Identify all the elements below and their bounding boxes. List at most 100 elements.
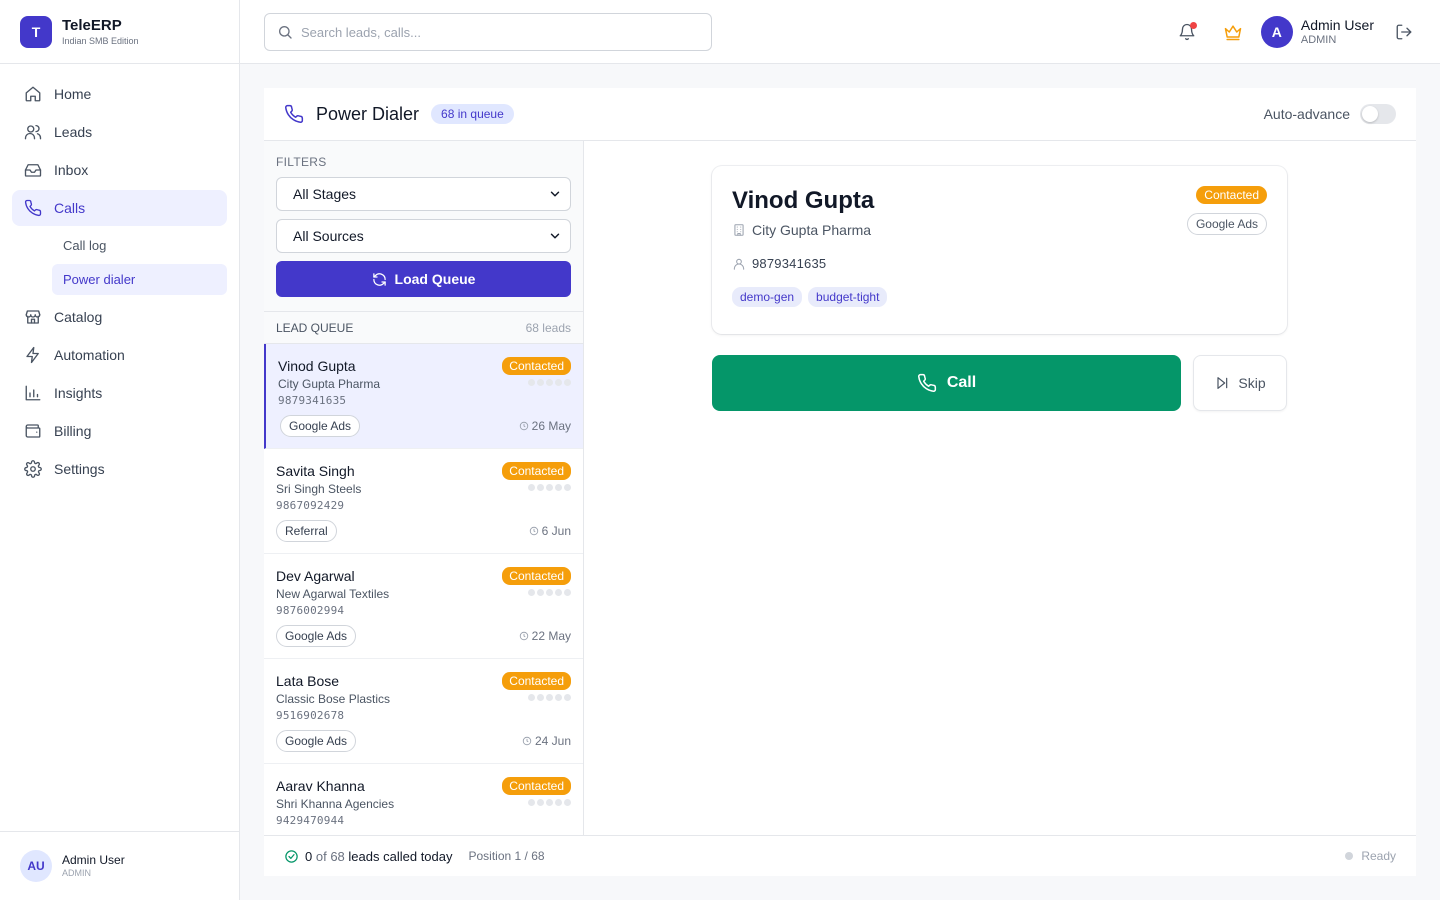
page-title: Power Dialer [316,103,420,124]
sidebar-user[interactable]: AU Admin User ADMIN [0,831,239,900]
skip-button[interactable]: Skip [1193,355,1287,411]
search-icon [277,24,293,40]
nav-item-calls[interactable]: Calls [12,190,227,226]
nav-label: Settings [54,461,105,477]
tag-list: demo-gen budget-tight [732,287,1267,307]
called-count: 0 [305,848,313,864]
lead-date-text: 26 May [531,419,571,433]
nav-label: Leads [54,124,93,140]
store-icon [24,308,42,326]
filters-label: FILTERS [276,155,327,169]
lead-phone: 9876002994 [276,604,345,617]
attempt-dots [526,484,571,491]
nav-item-inbox[interactable]: Inbox [12,152,227,188]
sidebar-user-role: ADMIN [62,868,91,878]
nav-item-leads[interactable]: Leads [12,114,227,150]
user-role: ADMIN [1300,34,1337,46]
status-badge: Contacted [502,357,571,375]
attempt-dots [526,799,571,806]
lead-date: 24 Jun [522,734,571,748]
skip-button-label: Skip [1238,375,1266,391]
current-lead-phone: 9879341635 [732,256,1267,271]
auto-advance-toggle[interactable] [1360,104,1396,124]
lead-queue-item[interactable]: Aarav Khanna Shri Khanna Agencies 942947… [264,764,583,835]
source-pill: Referral [276,520,337,542]
nav-item-home[interactable]: Home [12,76,227,112]
stage-filter-select[interactable]: All Stages [276,177,571,211]
nav-item-automation[interactable]: Automation [12,337,227,373]
nav-item-catalog[interactable]: Catalog [12,299,227,335]
source-pill: Google Ads [280,415,361,437]
toggle-knob [1362,106,1378,122]
skip-forward-icon [1214,375,1230,391]
refresh-icon [372,272,387,287]
logout-icon [1395,23,1413,41]
nav-label: Calls [54,200,86,216]
lead-date-text: 24 Jun [534,734,571,748]
source-pill: Google Ads [1186,213,1267,235]
call-button[interactable]: Call [712,355,1181,411]
lead-queue-count: 68 leads [525,320,571,335]
lead-queue-item[interactable]: Savita Singh Sri Singh Steels 9867092429… [264,449,583,554]
logout-button[interactable] [1392,20,1416,44]
status-badge: Contacted [502,567,571,585]
calls-subnav: Call log Power dialer [52,230,227,295]
status-badge: Contacted [1196,186,1267,204]
lead-queue-item[interactable]: Vinod Gupta City Gupta Pharma 9879341635… [264,344,583,449]
avatar: AU [20,850,52,882]
sidebar: T TeleERP Indian SMB Edition Home Leads … [0,0,240,900]
call-button-label: Call [946,374,977,391]
chevron-down-icon [548,187,562,201]
lead-date: 6 Jun [529,524,571,538]
panel-header: Power Dialer 68 in queue Auto-advance [264,88,1416,141]
status-badge: Contacted [502,777,571,795]
stage-filter-value: All Stages [293,186,357,202]
brand[interactable]: T TeleERP Indian SMB Edition [0,0,239,64]
notifications-button[interactable] [1175,20,1199,44]
bar-chart-icon [24,384,42,402]
brand-logo: T [20,15,52,48]
source-filter-select[interactable]: All Sources [276,219,571,253]
lead-queue-item[interactable]: Lata Bose Classic Bose Plastics 95169026… [264,659,583,764]
user-avatar[interactable]: A [1260,16,1293,48]
phone-icon [917,373,937,393]
nav-item-settings[interactable]: Settings [12,451,227,487]
lead-queue-item[interactable]: Dev Agarwal New Agarwal Textiles 9876002… [264,554,583,659]
nav-item-billing[interactable]: Billing [12,413,227,449]
inbox-icon [24,161,42,179]
power-dialer-panel: Power Dialer 68 in queue Auto-advance FI… [264,88,1416,876]
lead-date-text: 6 Jun [541,524,571,538]
search-input[interactable] [301,24,681,40]
user-menu[interactable]: Admin User ADMIN [1301,17,1374,47]
total-count: 68 [330,848,345,864]
load-queue-button[interactable]: Load Queue [276,261,571,297]
source-pill: Google Ads [276,625,357,647]
subnav-power-dialer[interactable]: Power dialer [52,264,227,295]
user-icon [732,257,746,271]
check-circle-icon [284,849,299,864]
building-icon [732,223,746,237]
source-filter-value: All Sources [293,228,364,244]
current-lead-phone-text: 9879341635 [752,256,827,271]
home-icon [24,85,42,103]
nav-label: Automation [54,347,125,363]
called-of: of [315,848,327,864]
brand-name: TeleERP [62,16,122,34]
queue-count-badge: 68 in queue [431,104,514,124]
search-box[interactable] [264,13,712,51]
lead-phone: 9429470944 [276,814,345,827]
called-suffix: leads called today [348,848,453,864]
lead-phone: 9879341635 [278,394,347,407]
queue-column: FILTERS All Stages All Sources Load Queu… [264,141,584,835]
subnav-call-log[interactable]: Call log [52,230,227,261]
tag: demo-gen [732,287,803,307]
current-lead-card: Vinod Gupta City Gupta Pharma 9879341635… [712,166,1287,334]
clock-icon [522,736,532,746]
upgrade-button[interactable] [1221,20,1245,44]
attempt-dots [526,694,571,701]
clock-icon [519,631,529,641]
nav-item-insights[interactable]: Insights [12,375,227,411]
nav-label: Home [54,86,92,102]
nav-label: Billing [54,423,92,439]
current-lead-company-text: City Gupta Pharma [752,222,872,238]
